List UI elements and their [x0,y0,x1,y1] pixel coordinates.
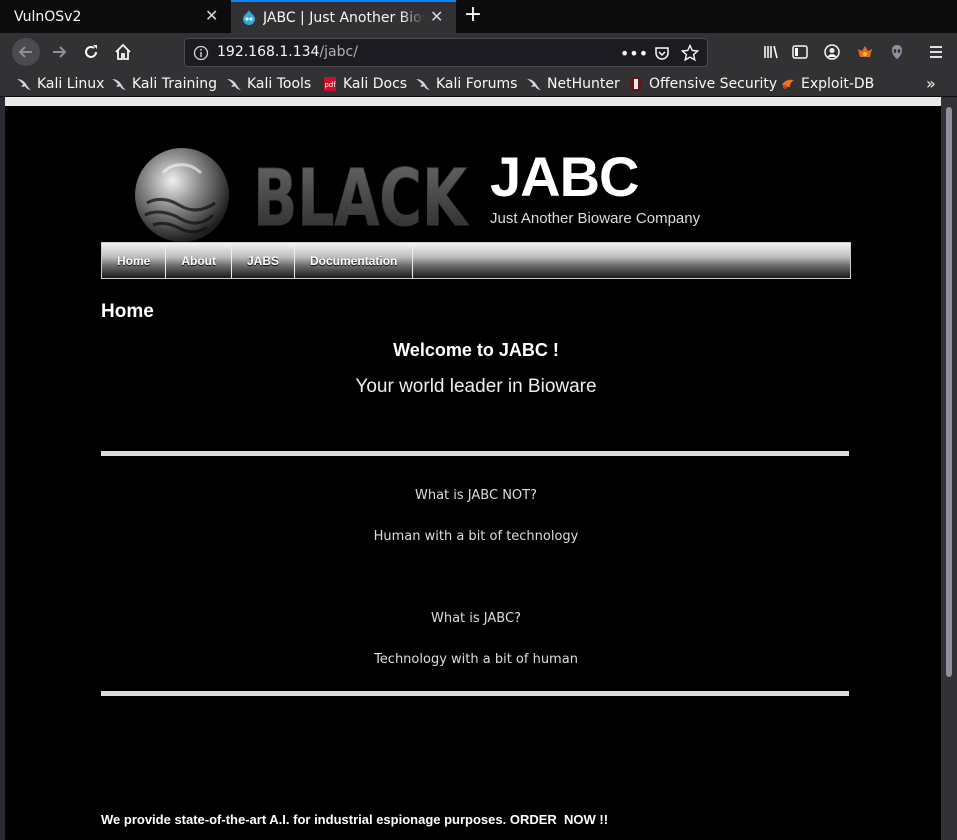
reload-icon [85,45,97,58]
black-logo[interactable]: BLACK [133,145,469,245]
question-text: What is JABC? [431,611,521,626]
bookmark-label: Kali Linux [37,76,105,92]
scrollbar-thumb[interactable] [946,107,952,677]
menu-button[interactable] [923,39,949,65]
offsec-icon [628,76,644,92]
back-button[interactable] [12,38,40,66]
bookmark-label: Exploit-DB [801,76,875,92]
pdf-icon: pdf [322,76,338,92]
bookmark-label: Kali Forums [436,76,518,92]
url-text[interactable]: 192.168.1.134/jabc/ [217,44,358,60]
foxyproxy-icon [858,46,872,57]
library-icon [764,45,778,59]
drupal-favicon-icon [243,10,255,25]
url-path: /jabc/ [319,44,358,60]
browser-window: VulnOSv2 ✕ JABC | Just Another Bioware C… [0,0,957,840]
sidebar-button[interactable] [787,39,813,65]
bookmark-label: Kali Docs [343,76,408,92]
site-slogan: Just Another Bioware Company [490,210,701,227]
page-actions-icon[interactable]: ••• [620,42,648,64]
question-text: What is JABC NOT? [414,488,537,503]
menu-item-home[interactable]: Home [102,243,167,278]
home-button[interactable] [110,39,136,65]
navigation-toolbar: 192.168.1.134/jabc/ ••• [0,33,957,71]
welcome-heading: Welcome to JABC ! [393,340,559,360]
menu-item-about[interactable]: About [166,243,232,278]
kali-dragon-icon [226,76,242,92]
bookmark-kali-linux[interactable]: Kali Linux [16,75,104,93]
account-button[interactable] [819,39,845,65]
answer-text: Human with a bit of technology [373,529,579,544]
svg-text:pdf: pdf [324,81,336,89]
answer-text: Technology with a bit of human [374,652,578,667]
main-menu: Home About JABS Documentation [101,242,851,279]
arrow-right-icon [53,46,67,58]
alien-extension-icon [892,45,902,59]
tab-title: JABC | Just Another Bioware Company [263,9,425,26]
bookmark-nethunter[interactable]: NetHunter [526,75,620,93]
address-bar[interactable]: 192.168.1.134/jabc/ ••• [184,38,708,67]
promo-text: We provide state-of-the-art A.I. for ind… [101,812,609,827]
arrow-left-icon [18,46,32,58]
home-icon [115,43,131,60]
extension-button[interactable] [852,39,878,65]
tab-title: VulnOSv2 [14,8,82,25]
sidebar-icon [792,45,808,59]
url-host: 192.168.1.134 [217,44,320,60]
new-tab-icon[interactable]: + [462,2,484,27]
page-viewport: BLACK JABC Just Another Bioware Company … [5,97,941,840]
menu-item-jabs[interactable]: JABS [232,243,296,278]
exploit-db-icon [780,76,796,92]
library-button[interactable] [758,39,784,65]
close-tab-icon[interactable]: ✕ [205,6,218,25]
tab-strip: VulnOSv2 ✕ JABC | Just Another Bioware C… [0,0,957,33]
site-name[interactable]: JABC [490,144,639,209]
page-title: Home [101,301,154,322]
kali-dragon-icon [526,76,542,92]
url-actions: ••• [620,42,701,64]
bookmark-offensive-security[interactable]: Offensive Security [628,75,777,93]
bookmark-label: NetHunter [547,76,620,92]
divider [101,691,849,696]
logo-lettering: BLACK [253,154,469,244]
bookmark-label: Kali Training [132,76,217,92]
hamburger-menu-icon [930,46,942,58]
kali-dragon-icon [111,76,127,92]
bookmarks-toolbar: Kali Linux Kali Training Kali Tools pdf … [0,71,957,97]
bookmark-kali-training[interactable]: Kali Training [111,75,217,93]
kali-dragon-icon [415,76,431,92]
extension-button[interactable] [884,39,910,65]
vertical-scrollbar[interactable] [941,97,957,840]
forward-button[interactable] [46,39,72,65]
chevron-more-icon[interactable]: » [926,74,936,93]
kali-dragon-icon [16,76,32,92]
reload-button[interactable] [78,39,104,65]
bookmark-exploit-db[interactable]: Exploit-DB [780,75,874,93]
account-icon [824,44,840,60]
close-tab-icon[interactable]: ✕ [430,7,443,26]
tab-vulnosv2[interactable]: VulnOSv2 ✕ [0,0,230,33]
bookmark-kali-docs[interactable]: pdf Kali Docs [322,75,407,93]
menu-item-documentation[interactable]: Documentation [295,243,414,278]
bookmark-label: Offensive Security [649,76,778,92]
divider [101,451,849,456]
bookmark-kali-tools[interactable]: Kali Tools [226,75,311,93]
bookmark-star-icon[interactable] [679,42,701,64]
pocket-icon[interactable] [651,42,673,64]
tab-jabc[interactable]: JABC | Just Another Bioware Company ✕ [231,0,456,33]
info-icon[interactable] [193,45,209,61]
bookmark-kali-forums[interactable]: Kali Forums [415,75,517,93]
bookmark-label: Kali Tools [247,76,312,92]
tagline: Your world leader in Bioware [355,376,597,397]
